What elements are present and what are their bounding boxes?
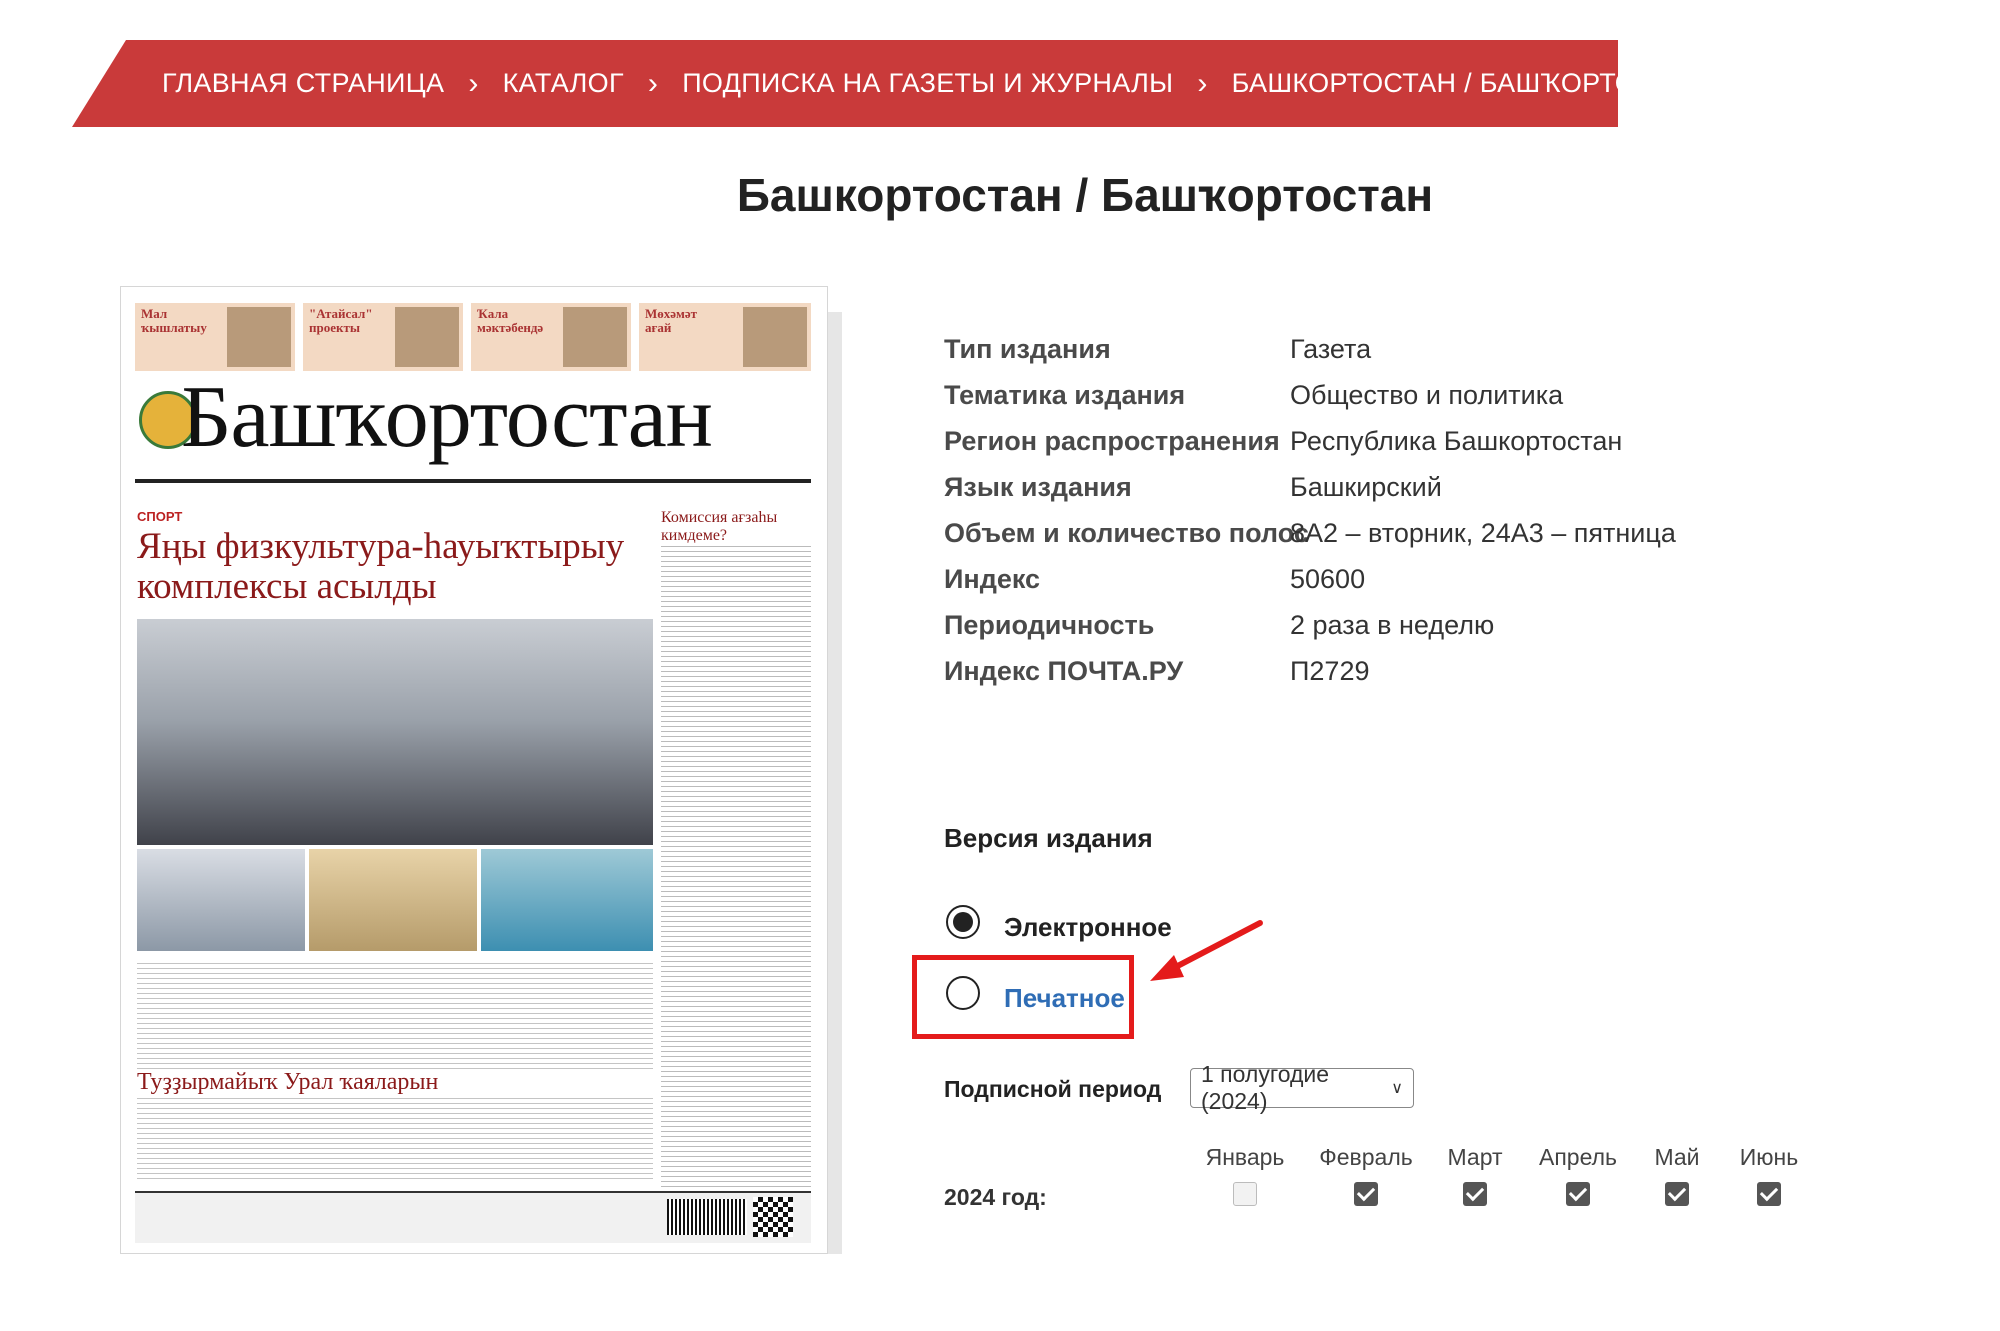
- cover-masthead: Башҡортостан: [181, 369, 713, 466]
- month-checkbox-june[interactable]: [1757, 1182, 1781, 1206]
- breadcrumb-catalog-link[interactable]: КАТАЛОГ: [503, 68, 624, 99]
- month-checkbox-may[interactable]: [1665, 1182, 1689, 1206]
- cover-photo: [309, 849, 477, 951]
- chevron-right-icon: ›: [647, 66, 659, 100]
- detail-value: 8А2 – вторник, 24А3 – пятница: [1290, 518, 1676, 548]
- cover-teaser: Ҡала мәктәбендә: [471, 303, 631, 371]
- month-checkbox-february[interactable]: [1354, 1182, 1378, 1206]
- detail-label: Тип издания: [944, 334, 1111, 364]
- month-header: Февраль: [1319, 1144, 1413, 1170]
- cover-teaser-photo: [563, 307, 627, 367]
- highlight-box: [912, 955, 1134, 1039]
- page-title: Башкортостан / Башҡортостан: [736, 169, 1434, 221]
- month-checkbox-march[interactable]: [1463, 1182, 1487, 1206]
- month-header: Март: [1447, 1144, 1503, 1170]
- detail-value: Общество и политика: [1290, 380, 1564, 410]
- qr-code-icon: [753, 1197, 793, 1237]
- chevron-right-icon: ›: [468, 66, 479, 100]
- arrow-annotation-icon: [1150, 920, 1263, 981]
- chevron-right-icon: ›: [1197, 66, 1208, 100]
- cover-teaser-title: Мөхәмәт ағай: [645, 306, 698, 335]
- year-label: 2024 год:: [944, 1184, 1047, 1210]
- detail-label: Периодичность: [944, 610, 1155, 640]
- period-select-value: 1 полугодие (2024): [1201, 1061, 1330, 1114]
- period-label: Подписной период: [944, 1076, 1162, 1102]
- detail-value: Газета: [1290, 334, 1372, 364]
- cover-teaser-title: "Атайсал" проекты: [309, 306, 373, 335]
- cover-teaser-photo: [743, 307, 807, 367]
- month-checkbox-january[interactable]: [1233, 1182, 1257, 1206]
- cover-headline: Яңы физкультура-һауыҡтырыу комплексы асы…: [137, 526, 625, 607]
- detail-value: П2729: [1290, 656, 1370, 686]
- breadcrumb: ГЛАВНАЯ СТРАНИЦА › КАТАЛОГ › ПОДПИСКА НА…: [162, 40, 1709, 127]
- cover-rule: [135, 479, 811, 483]
- month-header: Апрель: [1538, 1144, 1618, 1170]
- cover-side-headline: Комиссия ағзаһы кимдеме?: [661, 509, 811, 545]
- radio-selected-dot: [953, 912, 973, 932]
- cover-teaser-title: Ҡала мәктәбендә: [477, 306, 544, 335]
- cover-side-column: [661, 507, 811, 1187]
- barcode-icon: [667, 1199, 747, 1235]
- chevron-down-icon: ∨: [1391, 1080, 1403, 1097]
- detail-label: Индекс ПОЧТА.РУ: [944, 656, 1184, 686]
- breadcrumb-current: БАШКОРТОСТАН / БАШҠОРТОСТАН: [1231, 68, 1710, 98]
- cover-teaser-photo: [395, 307, 459, 367]
- detail-label: Индекс: [944, 564, 1041, 594]
- detail-value: 50600: [1290, 564, 1366, 594]
- cover-main-photo: [137, 619, 653, 845]
- period-select[interactable]: 1 полугодие (2024) ∨: [1190, 1061, 1414, 1114]
- month-checkbox-april[interactable]: [1566, 1182, 1590, 1206]
- detail-value: 2 раза в неделю: [1290, 610, 1495, 640]
- cover-photo: [137, 849, 305, 951]
- cover-teaser: Мал ҡышлатыу: [135, 303, 295, 371]
- version-title: Версия издания: [944, 823, 1153, 853]
- detail-label: Язык издания: [944, 472, 1132, 502]
- newspaper-cover-image: Мал ҡышлатыу "Атайсал" проекты Ҡала мәкт…: [120, 286, 828, 1254]
- breadcrumb-subscription-link[interactable]: ПОДПИСКА НА ГАЗЕТЫ И ЖУРНАЛЫ: [682, 68, 1173, 99]
- cover-teaser-title: Мал ҡышлатыу: [141, 306, 207, 335]
- cover-photo: [481, 849, 653, 951]
- month-header: Июнь: [1739, 1144, 1799, 1170]
- detail-value: Республика Башкортостан: [1290, 426, 1623, 456]
- cover-teaser: "Атайсал" проекты: [303, 303, 463, 371]
- breadcrumb-home-link[interactable]: ГЛАВНАЯ СТРАНИЦА: [162, 68, 444, 99]
- detail-label: Тематика издания: [944, 380, 1186, 410]
- cover-teaser-photo: [227, 307, 291, 367]
- cover-kicker: СПОРТ: [137, 509, 183, 524]
- detail-label: Регион распространения: [944, 426, 1280, 456]
- detail-label: Объем и количество полос: [944, 518, 1309, 548]
- month-header: Январь: [1205, 1144, 1285, 1170]
- cover-teaser: Мөхәмәт ағай: [639, 303, 811, 371]
- detail-value: Башкирский: [1290, 472, 1442, 502]
- cover-headline-secondary: Туҙҙырмайыҡ Урал ҡаяларын: [137, 1069, 653, 1096]
